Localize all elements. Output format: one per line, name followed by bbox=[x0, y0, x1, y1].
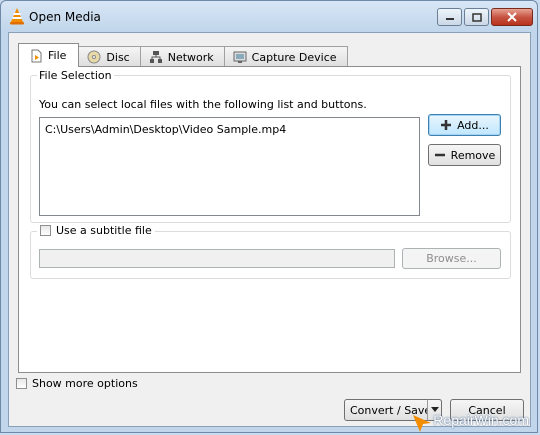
subtitle-option[interactable]: Use a subtitle file bbox=[37, 224, 155, 237]
show-more-options[interactable]: Show more options bbox=[16, 377, 138, 390]
show-more-options-checkbox[interactable] bbox=[16, 378, 27, 389]
cursor-arrow-icon bbox=[413, 415, 431, 432]
tab-capture-device[interactable]: Capture Device bbox=[223, 46, 348, 67]
add-button-label: Add... bbox=[457, 118, 489, 132]
add-button[interactable]: Add... bbox=[428, 114, 501, 136]
file-selection-title: File Selection bbox=[37, 69, 114, 82]
tab-file-label: File bbox=[48, 49, 67, 62]
subtitle-group: Use a subtitle file Browse... bbox=[30, 224, 511, 279]
subtitle-path-input[interactable] bbox=[39, 249, 395, 268]
minus-icon bbox=[434, 153, 445, 157]
file-icon bbox=[31, 49, 42, 62]
tab-network[interactable]: Network bbox=[139, 46, 225, 67]
browse-button[interactable]: Browse... bbox=[402, 248, 501, 269]
plus-icon bbox=[441, 120, 452, 130]
minimize-button[interactable] bbox=[437, 8, 462, 26]
tab-disc[interactable]: Disc bbox=[78, 46, 141, 67]
tab-bar: File Disc Network Capture Device bbox=[18, 43, 348, 67]
show-more-options-label: Show more options bbox=[32, 377, 138, 390]
file-tab-panel: File Selection You can select local file… bbox=[18, 66, 521, 373]
file-list[interactable]: C:\Users\Admin\Desktop\Video Sample.mp4 bbox=[39, 117, 420, 216]
network-icon bbox=[149, 51, 162, 63]
close-button[interactable] bbox=[491, 8, 533, 26]
open-media-window: Open Media File Disc Network Capture Dev… bbox=[0, 0, 538, 433]
watermark: RepairWin.com bbox=[433, 412, 529, 428]
tab-file[interactable]: File bbox=[18, 43, 80, 67]
maximize-button[interactable] bbox=[464, 8, 489, 26]
remove-button-label: Remove bbox=[450, 148, 496, 162]
disc-icon bbox=[87, 50, 101, 64]
close-icon bbox=[507, 12, 517, 22]
maximize-icon bbox=[471, 12, 482, 22]
browse-button-label: Browse... bbox=[426, 252, 477, 265]
window-title: Open Media bbox=[29, 10, 101, 24]
title-bar[interactable]: Open Media bbox=[1, 1, 539, 33]
tab-disc-label: Disc bbox=[106, 50, 130, 64]
list-item[interactable]: C:\Users\Admin\Desktop\Video Sample.mp4 bbox=[45, 123, 286, 136]
remove-button[interactable]: Remove bbox=[428, 144, 501, 166]
tab-capture-device-label: Capture Device bbox=[251, 50, 337, 64]
tab-network-label: Network bbox=[167, 50, 214, 64]
capture-device-icon bbox=[233, 51, 247, 63]
subtitle-checkbox[interactable] bbox=[40, 225, 51, 236]
vlc-cone-icon bbox=[10, 8, 24, 25]
dialog-body: File Disc Network Capture Device File Se… bbox=[8, 32, 531, 427]
minimize-icon bbox=[445, 18, 454, 20]
file-selection-group: File Selection You can select local file… bbox=[30, 69, 511, 223]
file-selection-hint: You can select local files with the foll… bbox=[39, 98, 367, 111]
subtitle-label: Use a subtitle file bbox=[56, 224, 152, 237]
